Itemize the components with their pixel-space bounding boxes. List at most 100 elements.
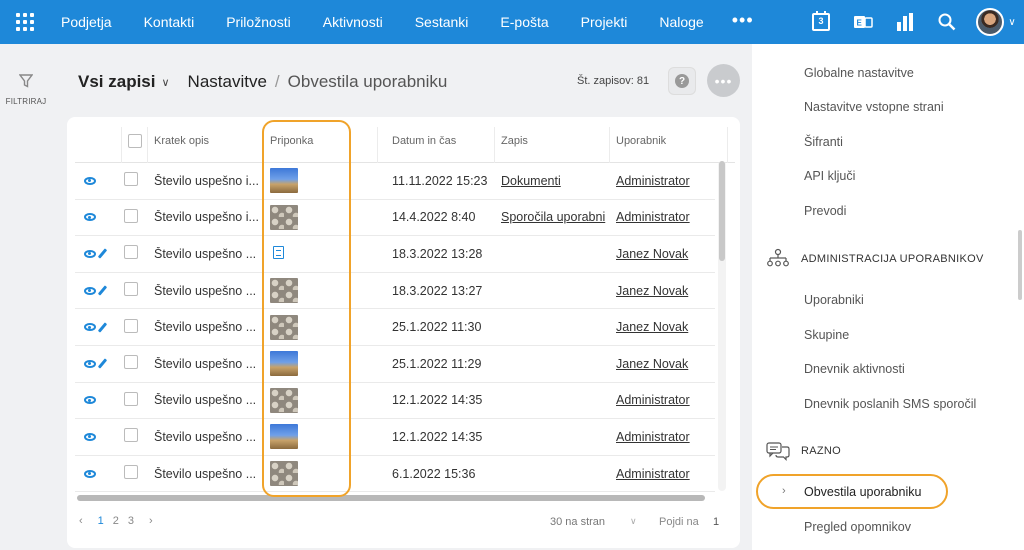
checkbox[interactable]	[124, 172, 138, 187]
pencil-icon[interactable]	[97, 285, 108, 296]
nav-item-2[interactable]: Priložnosti	[210, 0, 307, 44]
nav-item-1[interactable]: Kontakti	[128, 0, 211, 44]
column-header-priponka[interactable]: Priponka	[264, 127, 378, 163]
attachment-thumbnail[interactable]	[270, 314, 298, 340]
sidebar-item-sifranti[interactable]: Šifranti	[804, 135, 843, 149]
table-row[interactable]: Število uspešno ... 12.1.2022 14:35 Admini…	[75, 383, 715, 420]
user-link[interactable]: Janez Novak	[616, 284, 688, 298]
user-link[interactable]: Administrator	[616, 430, 690, 444]
table-row[interactable]: Število uspešno ... 6.1.2022 15:36 Adminis…	[75, 456, 715, 493]
zapis-link[interactable]: Sporočila uporabni	[501, 210, 605, 224]
eye-icon[interactable]	[84, 359, 96, 368]
nav-item-6[interactable]: Projekti	[565, 0, 644, 44]
eye-icon[interactable]	[84, 323, 96, 332]
user-link[interactable]: Administrator	[616, 210, 690, 224]
sidebar-item-dnevnik-sms[interactable]: Dnevnik poslanih SMS sporočil	[804, 397, 976, 411]
user-link[interactable]: Janez Novak	[616, 320, 688, 334]
eye-icon[interactable]	[84, 469, 96, 478]
chevron-down-icon[interactable]: ∨	[161, 76, 169, 89]
checkbox[interactable]	[124, 391, 138, 406]
attachment-thumbnail[interactable]	[270, 278, 298, 304]
breadcrumb-settings[interactable]: Nastavitve	[188, 72, 267, 92]
attachment-thumbnail[interactable]	[270, 168, 298, 194]
table-row[interactable]: Število uspešno i... 11.11.2022 15:23 Doku…	[75, 163, 715, 200]
nav-item-3[interactable]: Aktivnosti	[307, 0, 399, 44]
eye-icon[interactable]	[84, 396, 96, 405]
attachment-thumbnail[interactable]	[270, 461, 298, 487]
column-header-uporabnik[interactable]: Uporabnik	[610, 127, 728, 163]
checkbox[interactable]	[124, 282, 138, 297]
eye-icon[interactable]	[84, 249, 96, 258]
next-page-button[interactable]: ›	[149, 515, 153, 527]
sidebar-item-uporabniki[interactable]: Uporabniki	[804, 293, 864, 307]
eye-icon[interactable]	[84, 213, 96, 222]
sidebar-item-api-kljuci[interactable]: API ključi	[804, 169, 855, 183]
sidebar-item-dnevnik-aktivnosti[interactable]: Dnevnik aktivnosti	[804, 362, 905, 376]
exchange-button[interactable]: E	[842, 0, 884, 44]
user-menu[interactable]: ∨	[968, 0, 1024, 44]
pencil-icon[interactable]	[97, 321, 108, 333]
user-link[interactable]: Janez Novak	[616, 357, 688, 371]
document-icon[interactable]	[273, 245, 284, 259]
checkbox[interactable]	[124, 428, 138, 443]
nav-item-0[interactable]: Podjetja	[50, 0, 128, 44]
apps-grid-button[interactable]	[0, 0, 50, 44]
column-header-datum[interactable]: Datum in čas	[378, 127, 495, 163]
column-header-zapis[interactable]: Zapis	[495, 127, 610, 163]
sidebar-item-nastavitve-vstopne-strani[interactable]: Nastavitve vstopne strani	[804, 100, 944, 114]
table-row[interactable]: Število uspešno ... 25.1.2022 11:29 Janez …	[75, 346, 715, 383]
sidebar-item-prevodi[interactable]: Prevodi	[804, 204, 846, 218]
select-all-checkbox[interactable]	[122, 127, 148, 163]
table-row[interactable]: Število uspešno ... 25.1.2022 11:30 Janez …	[75, 309, 715, 346]
page-3[interactable]: 3	[128, 515, 134, 527]
user-link[interactable]: Administrator	[616, 174, 690, 188]
nav-item-7[interactable]: Naloge	[643, 0, 719, 44]
filter-button[interactable]: FILTRIRAJ	[0, 74, 52, 106]
help-button[interactable]: ?	[668, 67, 696, 95]
sidebar-scrollbar[interactable]	[1018, 230, 1022, 300]
attachment-thumbnail[interactable]	[270, 424, 298, 450]
nav-more-button[interactable]: •••	[720, 0, 766, 44]
table-row[interactable]: Število uspešno ... 12.1.2022 14:35 Admini…	[75, 419, 715, 456]
eye-icon[interactable]	[84, 432, 96, 441]
eye-icon[interactable]	[84, 286, 96, 295]
pencil-icon[interactable]	[97, 248, 108, 260]
attachment-thumbnail[interactable]	[270, 387, 298, 413]
search-button[interactable]	[926, 0, 968, 44]
checkbox[interactable]	[128, 134, 142, 148]
nav-item-4[interactable]: Sestanki	[399, 0, 485, 44]
checkbox[interactable]	[124, 465, 138, 480]
column-header-kratek-opis[interactable]: Kratek opis	[148, 127, 264, 163]
chevron-down-icon[interactable]: ∨	[630, 516, 637, 527]
calendar-button[interactable]: 3	[800, 0, 842, 44]
sidebar-item-pregled-opomnikov[interactable]: Pregled opomnikov	[804, 520, 911, 534]
page-1[interactable]: 1	[98, 515, 104, 527]
table-row[interactable]: Število uspešno ... 18.3.2022 13:27 Janez …	[75, 273, 715, 310]
checkbox[interactable]	[124, 355, 138, 370]
per-page-select[interactable]: 30 na stran	[550, 516, 605, 528]
pencil-icon[interactable]	[97, 358, 108, 369]
zapis-link[interactable]: Dokumenti	[501, 174, 561, 188]
page-2[interactable]: 2	[113, 515, 119, 527]
table-row[interactable]: Število uspešno ... 18.3.2022 13:28 Janez …	[75, 236, 715, 273]
view-selector[interactable]: Vsi zapisi	[78, 72, 155, 92]
vertical-scrollbar-thumb[interactable]	[719, 161, 725, 261]
table-row[interactable]: Število uspešno i... 14.4.2022 8:40 Sporoč…	[75, 200, 715, 237]
checkbox[interactable]	[124, 318, 138, 333]
checkbox[interactable]	[124, 208, 138, 223]
goto-page-input[interactable]: 1	[713, 516, 719, 528]
more-actions-button[interactable]: •••	[707, 64, 740, 97]
sidebar-item-skupine[interactable]: Skupine	[804, 328, 849, 342]
user-link[interactable]: Administrator	[616, 467, 690, 481]
horizontal-scrollbar[interactable]	[77, 495, 705, 501]
reports-button[interactable]	[884, 0, 926, 44]
user-link[interactable]: Administrator	[616, 393, 690, 407]
attachment-thumbnail[interactable]	[270, 351, 298, 377]
sidebar-item-globalne-nastavitve[interactable]: Globalne nastavitve	[804, 66, 914, 80]
prev-page-button[interactable]: ‹	[79, 515, 83, 527]
eye-icon[interactable]	[84, 176, 96, 185]
user-link[interactable]: Janez Novak	[616, 247, 688, 261]
sidebar-item-obvestila-uporabniku[interactable]: Obvestila uporabniku	[804, 485, 921, 499]
attachment-thumbnail[interactable]	[270, 204, 298, 230]
checkbox[interactable]	[124, 245, 138, 260]
